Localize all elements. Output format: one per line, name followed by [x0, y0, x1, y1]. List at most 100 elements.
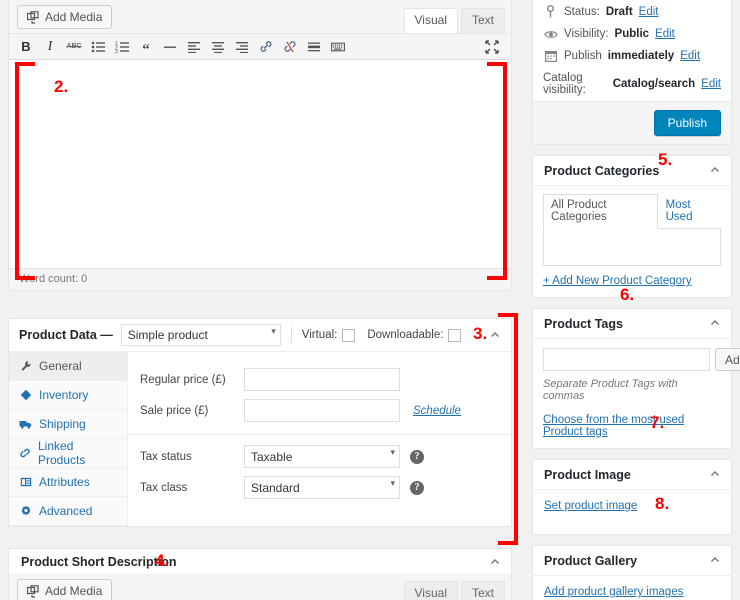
product-data-header: Product Data — Simple product Virtual: D…	[9, 319, 511, 352]
pd-tab-general[interactable]: General	[9, 352, 127, 381]
product-type-select-wrap: Simple product	[113, 324, 281, 346]
word-count-status: Word count: 0	[9, 268, 511, 290]
numbered-list-icon[interactable]: 1 2 3	[111, 37, 133, 57]
schedule-sale-link[interactable]: Schedule	[413, 405, 461, 417]
distraction-free-icon[interactable]	[481, 37, 503, 57]
editor-toolbar: B I ABC 1 2 3 “	[9, 34, 511, 60]
tax-status-select-wrap: Taxable	[244, 445, 400, 468]
short-description-collapse-toggle[interactable]	[489, 556, 503, 570]
pd-tab-linked-label: Shipping	[39, 417, 86, 431]
align-left-icon[interactable]	[183, 37, 205, 57]
product-gallery-body: Add product gallery images	[533, 576, 731, 600]
product-gallery-metabox: Product Gallery Add product gallery imag…	[532, 545, 732, 600]
panel-divider	[128, 434, 511, 435]
sale-price-input[interactable]	[244, 399, 400, 422]
tax-status-row: Tax status Taxable ?	[128, 441, 511, 472]
add-product-gallery-images-link[interactable]: Add product gallery images	[544, 586, 683, 598]
tax-class-label: Tax class	[140, 481, 188, 494]
pd-tab-linked-products[interactable]: Linked Products	[9, 439, 127, 468]
tag-icon	[19, 389, 32, 401]
product-tags-input[interactable]	[543, 348, 710, 371]
tax-class-help-icon[interactable]: ?	[410, 480, 424, 495]
tab-all-product-categories[interactable]: All Product Categories	[543, 194, 658, 229]
product-image-header: Product Image	[533, 460, 731, 490]
pd-tab-advanced[interactable]: Advanced	[9, 497, 127, 526]
publish-date-label: Publish	[564, 50, 602, 62]
product-data-collapse-toggle[interactable]	[489, 329, 503, 343]
product-categories-metabox: Product Categories All Product Categorie…	[532, 155, 732, 298]
catalog-visibility-label: Catalog visibility:	[543, 72, 586, 96]
add-tag-button[interactable]: Add	[715, 348, 740, 371]
align-right-icon[interactable]	[231, 37, 253, 57]
product-tags-hint: Separate Product Tags with commas	[543, 378, 678, 402]
visibility-edit-link[interactable]: Edit	[655, 28, 675, 40]
short-description-tab-text[interactable]: Text	[460, 581, 505, 600]
tax-class-select[interactable]: Standard	[244, 476, 400, 499]
wrench-icon	[19, 360, 32, 372]
pd-tab-attributes-label: Attributes	[39, 475, 90, 489]
set-product-image-link[interactable]: Set product image	[544, 500, 637, 512]
publish-date-value: immediately	[607, 50, 675, 62]
product-categories-list[interactable]	[543, 228, 721, 266]
status-edit-link[interactable]: Edit	[639, 6, 659, 18]
tab-most-used[interactable]: Most Used	[658, 194, 721, 228]
product-type-select[interactable]: Simple product	[120, 324, 281, 346]
editor-content-area[interactable]	[9, 60, 511, 268]
downloadable-checkbox[interactable]	[448, 328, 462, 342]
bold-icon[interactable]: B	[15, 37, 37, 57]
product-tags-input-row: Add	[533, 339, 740, 371]
strikethrough-icon[interactable]: ABC	[63, 37, 85, 57]
regular-price-row: Regular price (£)	[128, 364, 511, 395]
truck-icon	[19, 418, 32, 430]
product-gallery-collapse-toggle[interactable]	[709, 554, 723, 568]
read-more-icon[interactable]	[303, 37, 325, 57]
virtual-checkbox[interactable]	[342, 328, 356, 342]
sidebar-column: Status: Draft Edit Visibility: Public Ed…	[532, 0, 740, 600]
tax-status-label: Tax status	[140, 450, 192, 463]
product-tags-collapse-toggle[interactable]	[709, 317, 723, 331]
product-image-title: Product Image	[544, 468, 631, 482]
publish-button[interactable]: Publish	[653, 110, 721, 136]
pd-tab-inventory[interactable]: Inventory	[9, 381, 127, 410]
publish-date-edit-link[interactable]: Edit	[680, 50, 700, 62]
sale-price-row: Sale price (£) Schedule	[128, 395, 511, 426]
remove-link-icon[interactable]	[279, 37, 301, 57]
svg-text:3: 3	[115, 49, 118, 53]
visibility-row: Visibility: Public Edit	[533, 23, 731, 45]
product-categories-collapse-toggle[interactable]	[709, 164, 723, 178]
product-data-title: Product Data —	[19, 328, 113, 342]
catalog-visibility-edit-link[interactable]: Edit	[701, 78, 721, 90]
insert-link-icon[interactable]	[255, 37, 277, 57]
tax-status-select[interactable]: Taxable	[244, 445, 400, 468]
regular-price-label: Regular price (£)	[140, 373, 226, 386]
add-media-icon	[26, 584, 40, 598]
short-description-add-media-button[interactable]: Add Media	[17, 579, 113, 600]
tax-status-help-icon[interactable]: ?	[410, 449, 424, 464]
virtual-label: Virtual:	[301, 329, 338, 341]
add-media-button[interactable]: Add Media	[17, 5, 113, 29]
short-description-title: Product Short Description	[21, 555, 177, 569]
pd-tab-shipping[interactable]: Shipping	[9, 410, 127, 439]
blockquote-icon[interactable]: “	[135, 37, 157, 57]
add-new-product-category-link[interactable]: + Add New Product Category	[543, 275, 692, 287]
keyboard-shortcuts-icon[interactable]	[327, 37, 349, 57]
regular-price-input[interactable]	[244, 368, 400, 391]
italic-icon[interactable]: I	[39, 37, 61, 57]
downloadable-label: Downloadable:	[367, 329, 444, 341]
bullet-list-icon[interactable]	[87, 37, 109, 57]
product-image-metabox: Product Image Set product image	[532, 459, 732, 535]
align-center-icon[interactable]	[207, 37, 229, 57]
tax-class-select-wrap: Standard	[244, 476, 400, 499]
product-description-editor: Add Media Visual Text B I ABC 1 2 3 “ Wo…	[8, 0, 512, 291]
short-description-tab-visual[interactable]: Visual	[403, 581, 458, 600]
header-divider	[290, 327, 292, 343]
tab-text[interactable]: Text	[460, 8, 505, 33]
short-description-header: Product Short Description	[9, 549, 511, 575]
product-image-collapse-toggle[interactable]	[709, 468, 723, 482]
sale-price-label: Sale price (£)	[140, 404, 209, 417]
tab-visual[interactable]: Visual	[403, 8, 458, 33]
pd-tab-attributes[interactable]: Attributes	[9, 468, 127, 497]
horizontal-rule-icon[interactable]	[159, 37, 181, 57]
choose-most-used-tags-link[interactable]: Choose from the most used Product tags	[543, 414, 684, 438]
product-gallery-header: Product Gallery	[533, 546, 731, 576]
